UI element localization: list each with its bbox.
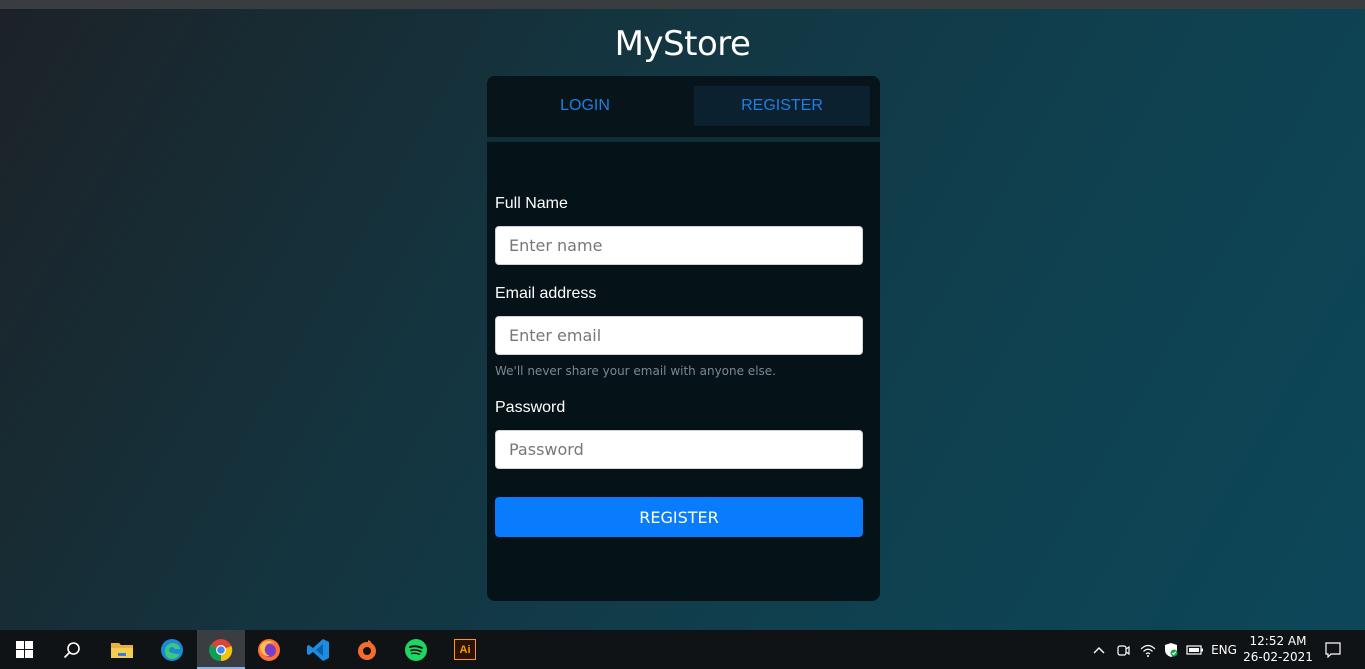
email-hint: We'll never share your email with anyone… xyxy=(495,364,776,378)
fullname-input[interactable] xyxy=(495,226,863,265)
chrome-icon[interactable] xyxy=(197,630,245,669)
fullname-label: Full Name xyxy=(495,195,568,212)
origin-icon[interactable] xyxy=(343,630,391,669)
windows-taskbar: Ai ENG 12:52 AM 26-02-2021 xyxy=(0,630,1365,669)
search-icon[interactable] xyxy=(48,630,96,669)
vscode-icon[interactable] xyxy=(294,630,342,669)
show-hidden-icons-chevron-icon[interactable] xyxy=(1089,630,1109,669)
wifi-icon[interactable] xyxy=(1138,630,1158,669)
register-submit-button[interactable]: REGISTER xyxy=(495,497,863,537)
illustrator-icon[interactable]: Ai xyxy=(441,630,489,669)
edge-icon[interactable] xyxy=(148,630,196,669)
tab-divider xyxy=(487,137,880,142)
windows-start-icon[interactable] xyxy=(0,630,48,669)
notification-center-icon[interactable] xyxy=(1320,630,1346,669)
windows-security-shield-icon[interactable] xyxy=(1161,630,1181,669)
language-label: ENG xyxy=(1211,642,1237,657)
file-explorer-icon[interactable] xyxy=(98,630,146,669)
spotify-icon[interactable] xyxy=(392,630,440,669)
password-label: Password xyxy=(495,399,566,416)
illustrator-label: Ai xyxy=(454,639,476,660)
tab-register[interactable]: REGISTER xyxy=(694,86,870,126)
browser-top-strip xyxy=(0,0,1365,9)
language-indicator[interactable]: ENG xyxy=(1209,630,1239,669)
meet-now-icon[interactable] xyxy=(1113,630,1133,669)
clock-time: 12:52 AM xyxy=(1249,634,1307,648)
battery-icon[interactable] xyxy=(1185,630,1205,669)
auth-card: LOGIN REGISTER Full Name Email address W… xyxy=(487,76,880,601)
auth-tabs: LOGIN REGISTER xyxy=(487,76,880,137)
taskbar-clock[interactable]: 12:52 AM 26-02-2021 xyxy=(1240,633,1316,665)
brand-title: MyStore xyxy=(614,24,751,64)
clock-date: 26-02-2021 xyxy=(1243,650,1313,664)
email-input[interactable] xyxy=(495,316,863,355)
firefox-icon[interactable] xyxy=(245,630,293,669)
email-label: Email address xyxy=(495,285,597,302)
tab-login[interactable]: LOGIN xyxy=(497,86,673,126)
password-input[interactable] xyxy=(495,430,863,469)
